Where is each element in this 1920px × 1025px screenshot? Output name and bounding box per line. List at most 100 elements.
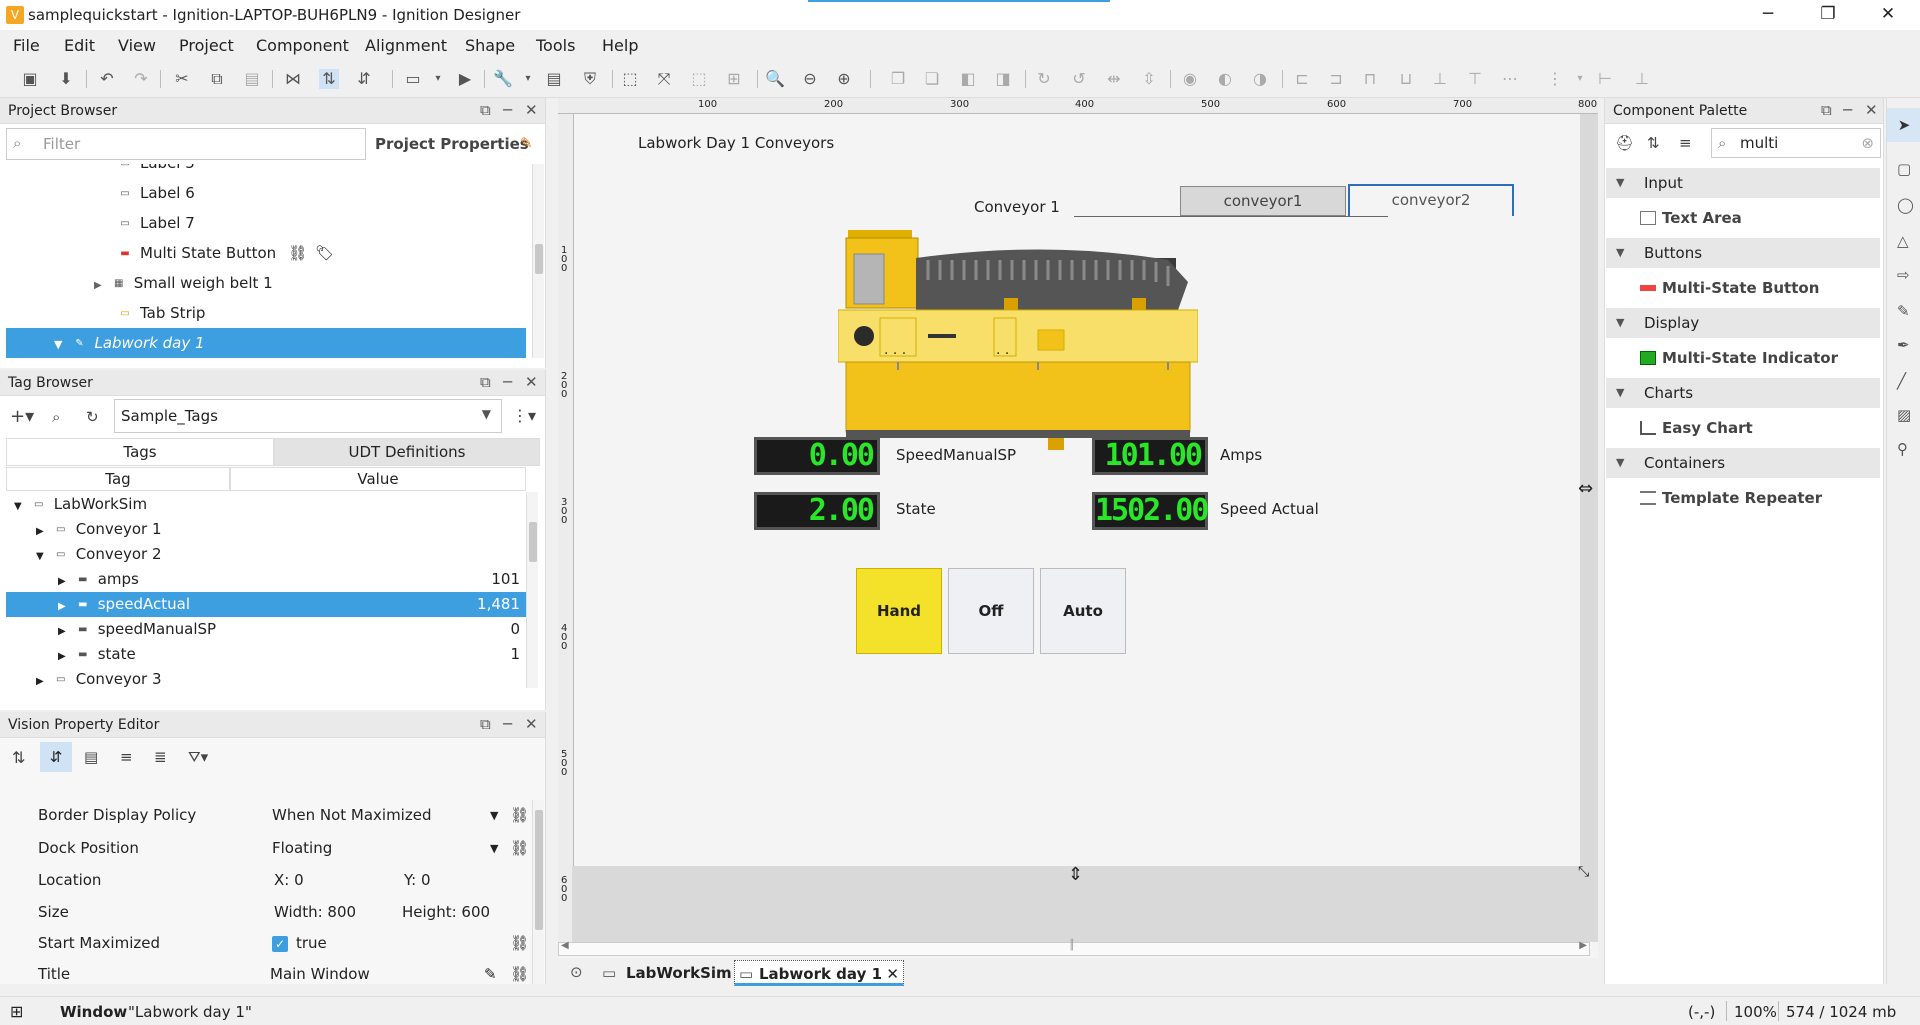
minimize-panel-icon[interactable]: ─ xyxy=(503,101,512,119)
zoom-in-icon[interactable]: ⊕ xyxy=(834,69,854,89)
palette-item-multi-state-button[interactable]: Multi-State Button xyxy=(1606,268,1880,308)
tag-row[interactable]: ▶ ▬ state 1 xyxy=(6,642,526,667)
menu-shape[interactable]: Shape xyxy=(465,36,515,55)
align-bottom-icon[interactable]: ⊤ xyxy=(1465,69,1485,89)
polygon-tool-icon[interactable]: △ xyxy=(1897,232,1909,250)
menu-help[interactable]: Help xyxy=(602,36,638,55)
tree-item[interactable]: ▶ ▦ Small weigh belt 1 xyxy=(94,268,494,298)
line-tool-icon[interactable]: ╱ xyxy=(1897,372,1906,390)
fit-sel-icon[interactable]: ⬚ xyxy=(689,69,709,89)
resize-corner-handle-icon[interactable]: ⤡ xyxy=(1578,864,1589,880)
grid-menu-icon[interactable]: ⊞ xyxy=(10,1002,23,1021)
palette-category-input[interactable]: ▼ Input xyxy=(1606,168,1880,198)
float-icon[interactable]: ⧉ xyxy=(480,101,491,119)
clear-search-icon[interactable]: ⊗ xyxy=(1861,134,1874,152)
menu-tools[interactable]: Tools xyxy=(536,36,575,55)
restore-button[interactable]: ❐ xyxy=(1800,0,1856,30)
float-icon[interactable]: ⧉ xyxy=(480,373,491,391)
float-icon[interactable]: ⧉ xyxy=(480,715,491,733)
horizontal-scrollbar[interactable]: ◀ ▶ ║ xyxy=(558,940,1590,956)
speed-actual-display[interactable]: 1502.00 xyxy=(1092,492,1209,530)
property-row[interactable]: Title Main Window ✎ ⛓ xyxy=(22,959,532,990)
state-display[interactable]: 2.00 xyxy=(754,492,880,530)
scrollbar[interactable] xyxy=(532,164,544,358)
tag-provider-select[interactable]: Sample_Tags ▼ xyxy=(114,399,502,433)
align-right-icon[interactable]: ⊓ xyxy=(1360,69,1380,89)
palette-category-charts[interactable]: ▼ Charts xyxy=(1606,378,1880,408)
chevron-down-icon[interactable]: ▼ xyxy=(490,833,498,864)
menu-alignment[interactable]: Alignment xyxy=(365,36,447,55)
menu-edit[interactable]: Edit xyxy=(64,36,95,55)
link-icon[interactable]: ⛓ xyxy=(510,833,529,864)
chevron-down-icon[interactable]: ▼ xyxy=(490,800,498,831)
property-row[interactable]: Location X: 0 Y: 0 xyxy=(22,865,532,896)
save-all-icon[interactable]: ⬇ xyxy=(56,69,76,89)
flip-h-icon[interactable]: ⇹ xyxy=(1104,69,1124,89)
tab-list-icon[interactable]: ⊙ xyxy=(570,963,583,981)
palette-category-display[interactable]: ▼ Display xyxy=(1606,308,1880,338)
size-h-icon[interactable]: ⊢ xyxy=(1595,69,1615,89)
size-v-icon[interactable]: ⊥ xyxy=(1632,69,1652,89)
pen-tool-icon[interactable]: ✒ xyxy=(1897,336,1910,354)
palette-sort-icon[interactable]: ⇅ xyxy=(1647,134,1660,152)
tree-item[interactable]: ▭ Label 7 xyxy=(116,208,516,238)
tag-row-selected[interactable]: ▶ ▬ speedActual 1,481 xyxy=(6,592,526,617)
paste-icon[interactable]: ▤ xyxy=(242,69,262,89)
distribute-v-icon[interactable]: ⋮ xyxy=(1545,69,1565,89)
window-tab-labwork-day-1[interactable]: ▭ Labwork day 1 ✕ xyxy=(734,960,904,986)
close-panel-icon[interactable]: ✕ xyxy=(525,373,538,391)
fit-all-icon[interactable]: ⤧ xyxy=(654,69,674,89)
menu-project[interactable]: Project xyxy=(179,36,234,55)
close-panel-icon[interactable]: ✕ xyxy=(1865,101,1878,119)
tag-row[interactable]: ▼ ▭ Conveyor 2 xyxy=(6,542,526,567)
ellipse-tool-icon[interactable]: ◯ xyxy=(1897,196,1914,214)
amps-display[interactable]: 101.00 xyxy=(1092,437,1208,475)
search-icon[interactable]: ⌕ xyxy=(52,408,60,426)
preview-play-icon[interactable]: ▶ xyxy=(455,69,475,89)
pointer-tool-icon[interactable]: ➤ xyxy=(1887,108,1920,142)
wrench-dropdown-icon[interactable]: ▾ xyxy=(518,69,538,89)
eyedropper-tool-icon[interactable]: ⚲ xyxy=(1897,440,1908,458)
align-left-icon[interactable]: ⊏ xyxy=(1292,69,1312,89)
frame-icon[interactable]: ▭ xyxy=(403,69,423,89)
property-row[interactable]: Size Width: 800 Height: 600 xyxy=(22,897,532,928)
zoom-out-icon[interactable]: ⊖ xyxy=(800,69,820,89)
snap-icon[interactable]: ⋈ xyxy=(283,69,303,89)
rotate-ccw-icon[interactable]: ↺ xyxy=(1069,69,1089,89)
frame-dropdown-icon[interactable]: ▾ xyxy=(428,69,448,89)
close-panel-icon[interactable]: ✕ xyxy=(525,715,538,733)
wrench-icon[interactable]: 🔧 xyxy=(493,69,513,89)
rectangle-tool-icon[interactable]: ▢ xyxy=(1897,160,1911,178)
gradient-tool-icon[interactable]: ▨ xyxy=(1897,406,1911,424)
palette-item-template-repeater[interactable]: Template Repeater xyxy=(1606,478,1880,518)
rotate-icon[interactable]: ↻ xyxy=(1034,69,1054,89)
tree-item[interactable]: ▬ Multi State Button ⛓ 🏷 xyxy=(116,238,516,268)
menu-view[interactable]: View xyxy=(118,36,156,55)
redo-icon[interactable]: ↷ xyxy=(131,69,151,89)
ungroup-icon[interactable]: ❏ xyxy=(922,69,942,89)
cut-icon[interactable]: ✂ xyxy=(172,69,192,89)
intersect-icon[interactable]: ◑ xyxy=(1250,69,1270,89)
palette-collapse-icon[interactable]: ≡ xyxy=(1679,134,1692,152)
resize-horizontal-handle-icon[interactable]: ⇔ xyxy=(1578,478,1593,499)
group-icon[interactable]: ❐ xyxy=(888,69,908,89)
script-icon[interactable]: ▤ xyxy=(544,69,564,89)
union-icon[interactable]: ◉ xyxy=(1180,69,1200,89)
minimize-panel-icon[interactable]: ─ xyxy=(503,715,512,733)
tag-row[interactable]: ▶ ▭ Conveyor 3 xyxy=(6,667,526,688)
project-properties-icon[interactable]: ✎ xyxy=(520,134,533,152)
flip-v-icon[interactable]: ⇳ xyxy=(1139,69,1159,89)
scrollbar[interactable] xyxy=(532,800,544,984)
palette-item-multi-state-indicator[interactable]: Multi-State Indicator xyxy=(1606,338,1880,378)
palette-item-text-area[interactable]: Text Area xyxy=(1606,198,1880,238)
align-top-icon[interactable]: ⊔ xyxy=(1396,69,1416,89)
tree-item[interactable]: ▭Label 5 xyxy=(116,164,516,178)
hand-button[interactable]: Hand xyxy=(856,568,942,654)
link-icon[interactable]: ⛓ xyxy=(510,959,529,990)
palette-search-input[interactable]: multi xyxy=(1740,134,1778,152)
property-row[interactable]: Border Display Policy When Not Maximized ▼… xyxy=(22,800,532,831)
tag-row[interactable]: ▶ ▬ amps 101 xyxy=(6,567,526,592)
window-canvas[interactable]: Labwork Day 1 Conveyors Conveyor 1 conve… xyxy=(574,114,1580,868)
copy-icon[interactable]: ⧉ xyxy=(207,69,227,89)
arrow-tool-icon[interactable]: ⇨ xyxy=(1897,266,1910,284)
